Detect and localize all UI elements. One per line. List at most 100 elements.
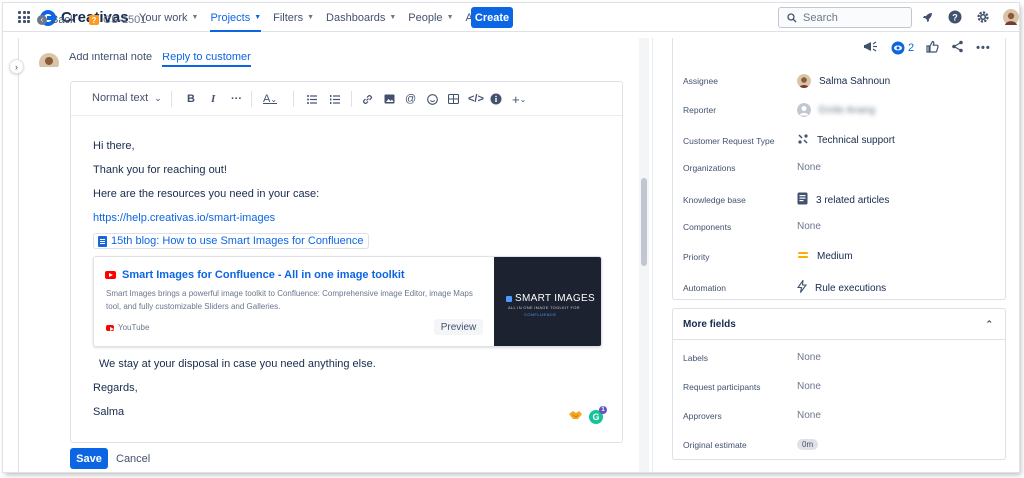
scrollbar-thumb[interactable] [641, 178, 647, 266]
tab-reply-to-customer[interactable]: Reply to customer [162, 53, 251, 67]
nav-item-filters[interactable]: Filters ▼ [267, 3, 320, 32]
chevron-down-icon: ⌄ [154, 92, 162, 103]
search-input[interactable]: Search [778, 7, 912, 28]
rocket-icon[interactable] [918, 8, 936, 26]
nav-menu: Your work ▼ Projects ▼ Filters ▼ Dashboards… [133, 3, 508, 32]
nav-item-projects[interactable]: Projects ▼ [204, 3, 267, 32]
grammarly-icon[interactable]: G1 [589, 405, 607, 424]
issue-key-link[interactable]: ? CS-1501 [89, 14, 146, 26]
thumbnail-title: SMART IMAGES [506, 293, 595, 304]
top-navigation: Creativas Your work▼ Projects▼ Filters▼ … [3, 3, 1019, 32]
field-value[interactable]: None [797, 410, 821, 421]
field-priority[interactable]: Priority Medium [683, 251, 853, 262]
image-icon[interactable] [384, 91, 395, 107]
top-actions: ? [918, 8, 1019, 26]
search-icon [787, 12, 797, 22]
insert-more-icon[interactable]: + ⌄ [512, 91, 526, 107]
main-scrollbar[interactable] [639, 38, 649, 472]
settings-icon[interactable] [974, 8, 992, 26]
field-value[interactable]: None [797, 221, 821, 232]
lightning-icon [796, 278, 808, 296]
handshake-icon[interactable] [568, 409, 583, 424]
cancel-button[interactable]: Cancel [116, 448, 150, 469]
field-reporter[interactable]: Reporter Emile Anang [683, 103, 875, 117]
field-value[interactable]: 0m [797, 439, 819, 450]
toolbar-divider [293, 91, 294, 107]
emoji-icon[interactable] [427, 91, 438, 107]
embed-source-label: YouTube [118, 323, 150, 332]
body-regards: Regards, [93, 382, 138, 394]
field-value[interactable]: Technical support [797, 133, 895, 148]
body-signature: Salma [93, 406, 125, 418]
link-icon[interactable] [362, 91, 373, 107]
field-knowledge-base[interactable]: Knowledge base 3 related articles [683, 192, 889, 208]
bold-icon[interactable]: B [187, 91, 195, 107]
inline-card-link[interactable]: 15th blog: How to use Smart Images for C… [93, 233, 369, 249]
confluence-page-icon [98, 235, 107, 247]
field-automation[interactable]: Automation Rule executions [683, 278, 886, 296]
field-value[interactable]: None [797, 381, 821, 392]
field-value[interactable]: None [797, 352, 821, 363]
italic-icon[interactable]: I [211, 91, 215, 107]
field-label: Knowledge base [683, 195, 746, 205]
text-color-icon[interactable]: A ⌄ [263, 91, 277, 107]
back-link[interactable]: ‹ Back [37, 14, 75, 26]
preview-button[interactable]: Preview [434, 319, 483, 335]
info-icon[interactable] [490, 91, 502, 107]
field-label: Components [683, 221, 732, 232]
field-components[interactable]: Components None [683, 221, 821, 232]
field-label: Approvers [683, 410, 722, 421]
details-panel: Assignee Salma Sahnoun Reporter Emile An… [672, 38, 1006, 300]
chevron-up-icon[interactable]: ⌃ [985, 319, 993, 330]
help-icon[interactable]: ? [946, 8, 964, 26]
comment-editor[interactable]: Normal text ⌄ B I ··· A ⌄ @ </> + ⌄ Hi t… [70, 81, 623, 443]
field-request-type[interactable]: Customer Request Type Technical support [683, 133, 895, 148]
chevron-right-icon[interactable]: › [9, 59, 24, 74]
related-articles: 3 related articles [816, 194, 890, 206]
numbered-list-icon[interactable] [330, 91, 340, 107]
bullet-list-icon[interactable] [307, 91, 317, 107]
field-original-estimate[interactable]: Original estimate 0m [683, 439, 819, 450]
save-button[interactable]: Save [70, 448, 108, 469]
code-icon[interactable]: </> [468, 91, 484, 107]
more-fields-header[interactable]: More fields ⌃ [673, 309, 1005, 340]
thumbnail-title-text: SMART IMAGES [515, 293, 595, 304]
search-placeholder: Search [803, 11, 838, 24]
more-formatting-icon[interactable]: ··· [231, 91, 242, 107]
embed-card[interactable]: Smart Images for Confluence - All in one… [93, 256, 602, 347]
tab-internal-note[interactable]: Add internal note [69, 53, 152, 67]
assignee-avatar [797, 74, 811, 88]
field-assignee[interactable]: Assignee Salma Sahnoun [683, 74, 890, 88]
comment-tabs: Add internal note Reply to customer [39, 53, 251, 67]
field-value[interactable]: Emile Anang [797, 103, 875, 117]
toolbar-divider [251, 91, 252, 107]
panel-divider [652, 38, 653, 472]
nav-item-dashboards[interactable]: Dashboards ▼ [320, 3, 402, 32]
inline-card-title: 15th blog: How to use Smart Images for C… [111, 235, 364, 247]
table-icon[interactable] [448, 91, 459, 107]
field-value[interactable]: 3 related articles [797, 192, 889, 208]
nav-item-label: Dashboards [326, 11, 386, 24]
field-value[interactable]: Rule executions [796, 278, 886, 296]
more-fields-title: More fields [683, 318, 736, 330]
embed-title: Smart Images for Confluence - All in one… [122, 269, 405, 281]
nav-item-label: People [408, 11, 443, 24]
embed-thumbnail[interactable]: SMART IMAGES ALL IN ONE IMAGE TOOLKIT FO… [494, 257, 601, 346]
field-organizations[interactable]: Organizations None [683, 162, 821, 173]
field-approvers[interactable]: Approvers None [683, 410, 821, 421]
resource-link[interactable]: https://help.creativas.io/smart-images [93, 212, 275, 224]
nav-item-people[interactable]: People ▼ [402, 3, 459, 32]
field-labels[interactable]: Labels None [683, 352, 821, 363]
field-value[interactable]: None [797, 162, 821, 173]
user-avatar[interactable] [1002, 8, 1019, 26]
field-value[interactable]: Medium [797, 251, 853, 262]
embed-title-link[interactable]: Smart Images for Confluence - All in one… [105, 269, 405, 281]
field-request-participants[interactable]: Request participants None [683, 381, 821, 392]
app-switcher-icon[interactable] [18, 11, 30, 23]
create-button[interactable]: Create [471, 7, 513, 28]
text-style-dropdown[interactable]: Normal text ⌄ [92, 92, 162, 104]
text-style-label: Normal text [92, 92, 149, 104]
youtube-icon [105, 271, 116, 279]
mention-icon[interactable]: @ [405, 91, 416, 107]
field-value[interactable]: Salma Sahnoun [797, 74, 890, 88]
